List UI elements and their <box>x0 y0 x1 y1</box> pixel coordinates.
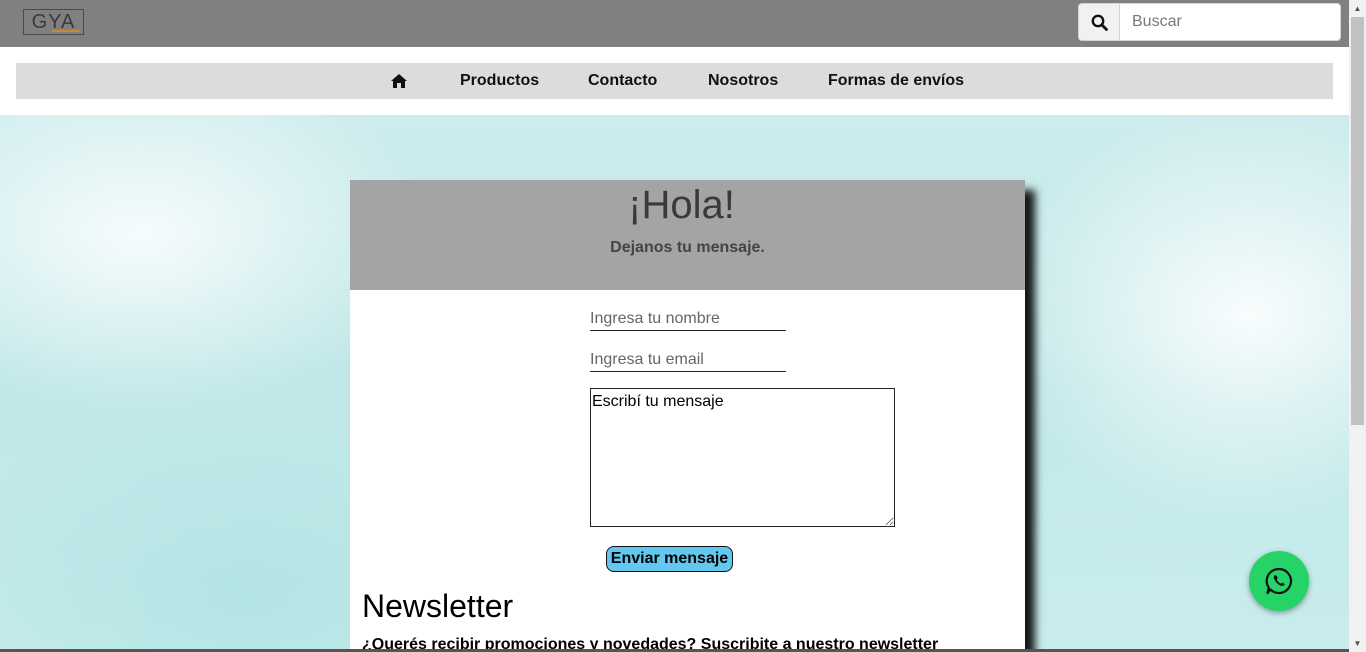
scroll-down-arrow-icon[interactable]: ▼ <box>1349 635 1366 652</box>
nav-item-productos[interactable]: Productos <box>460 72 539 90</box>
message-textarea[interactable]: Escribí tu mensaje <box>590 388 895 527</box>
top-bar: GYA <box>0 0 1349 47</box>
search-input[interactable] <box>1120 4 1340 40</box>
whatsapp-button[interactable] <box>1249 551 1309 611</box>
whatsapp-icon <box>1265 567 1293 595</box>
main-nav: Productos Contacto Nosotros Formas de en… <box>16 63 1333 99</box>
name-field[interactable] <box>590 307 786 331</box>
nav-wrapper: Productos Contacto Nosotros Formas de en… <box>0 47 1349 115</box>
newsletter-title: Newsletter <box>362 588 514 624</box>
scrollbar-thumb[interactable] <box>1351 17 1364 425</box>
send-message-button[interactable]: Enviar mensaje <box>606 546 733 572</box>
contact-card-header: ¡Hola! Dejanos tu mensaje. <box>350 180 1025 290</box>
logo-underline <box>52 30 80 32</box>
nav-item-contacto[interactable]: Contacto <box>588 72 657 90</box>
nav-item-formas-de-envios[interactable]: Formas de envíos <box>828 72 964 90</box>
scroll-up-arrow-icon[interactable]: ▲ <box>1349 0 1366 17</box>
home-icon <box>391 74 407 88</box>
contact-card: ¡Hola! Dejanos tu mensaje. Escribí tu me… <box>350 180 1025 652</box>
search-box <box>1078 3 1341 41</box>
search-button[interactable] <box>1079 4 1120 40</box>
vertical-scrollbar[interactable]: ▲ ▼ <box>1349 0 1366 652</box>
contact-subtitle: Dejanos tu mensaje. <box>610 239 765 256</box>
search-icon <box>1091 14 1108 31</box>
email-field[interactable] <box>590 348 786 372</box>
nav-item-nosotros[interactable]: Nosotros <box>708 72 778 90</box>
nav-home[interactable] <box>390 73 408 94</box>
logo[interactable]: GYA <box>23 9 84 35</box>
contact-title: ¡Hola! <box>628 183 735 227</box>
